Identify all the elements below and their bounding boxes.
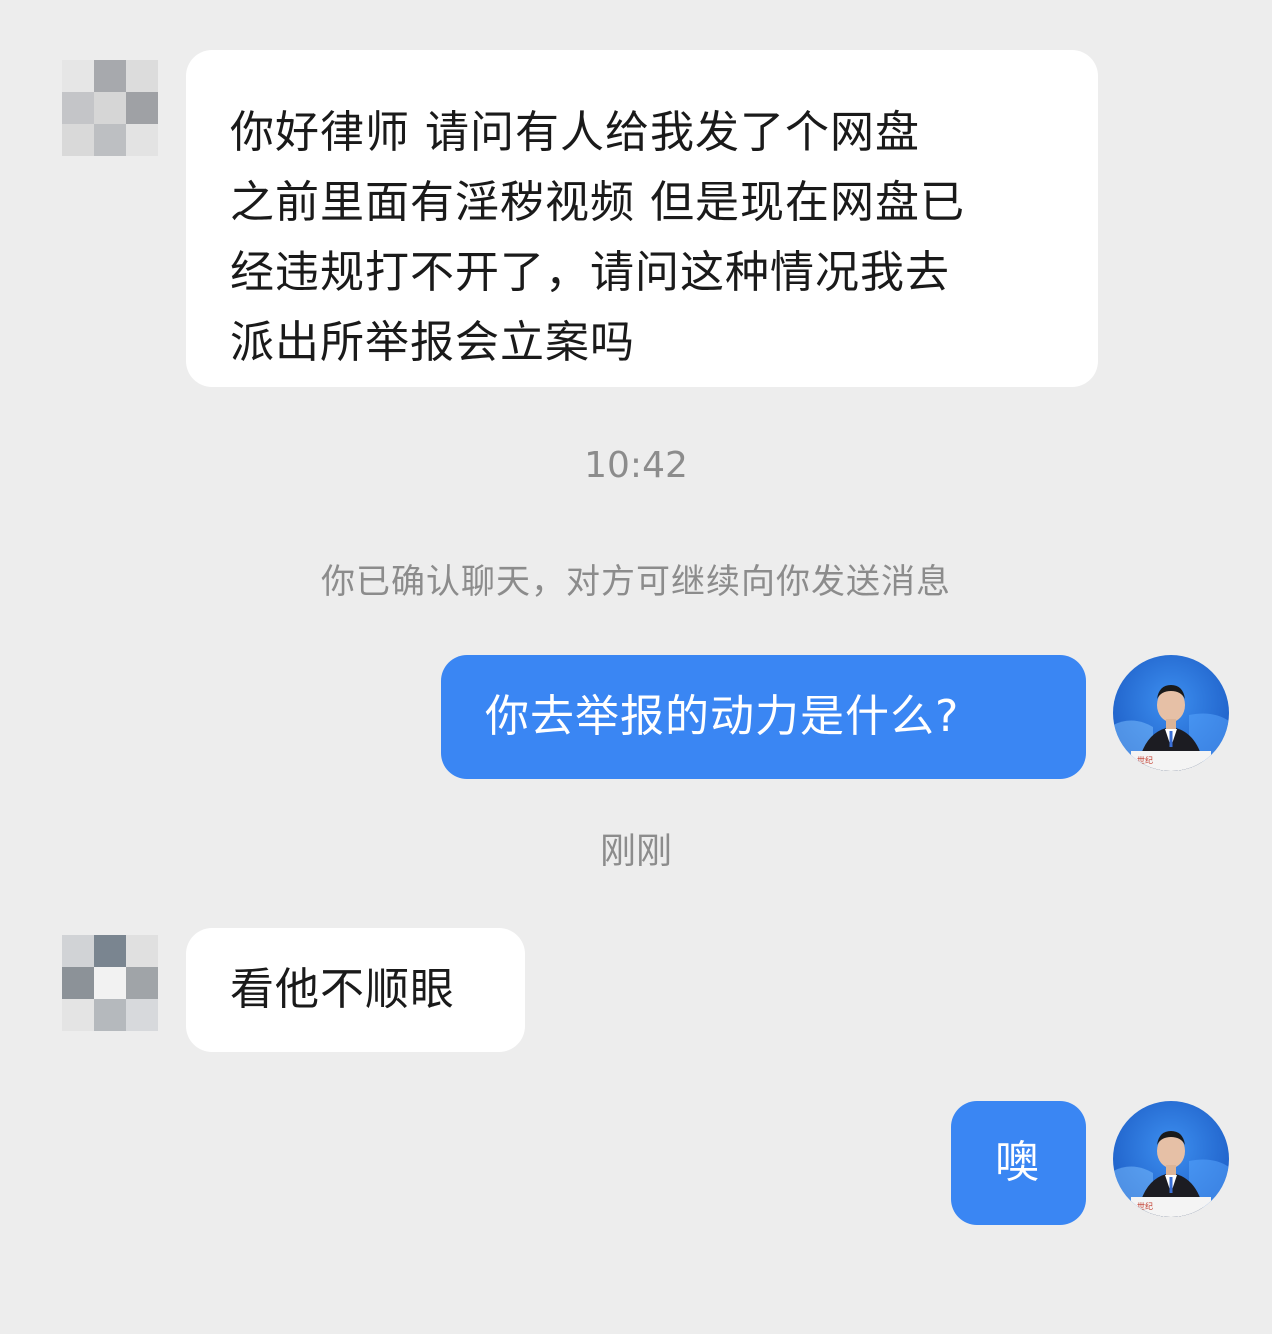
lawyer-photo-icon: 世纪	[1113, 1101, 1229, 1217]
avatar-pixel	[62, 60, 94, 92]
message-text: 你好律师 请问有人给我发了个网盘 之前里面有淫秽视频 但是现在网盘已 经违规打不…	[230, 107, 965, 368]
lawyer-avatar[interactable]: 世纪	[1113, 1101, 1229, 1217]
client-avatar[interactable]	[62, 60, 158, 156]
client-avatar[interactable]	[62, 935, 158, 1031]
avatar-pixel	[62, 124, 94, 156]
message-bubble-incoming[interactable]: 你好律师 请问有人给我发了个网盘 之前里面有淫秽视频 但是现在网盘已 经违规打不…	[186, 50, 1098, 387]
message-text: 噢	[995, 1137, 1040, 1188]
lawyer-avatar[interactable]: 世纪	[1113, 655, 1229, 771]
avatar-pixel	[62, 92, 94, 124]
system-notice: 你已确认聊天，对方可继续向你发送消息	[321, 562, 951, 602]
avatar-pixel	[126, 92, 158, 124]
avatar-pixel	[62, 967, 94, 999]
avatar-pixel	[126, 124, 158, 156]
message-bubble-incoming[interactable]: 看他不顺眼	[186, 928, 525, 1052]
avatar-pixel	[62, 935, 94, 967]
avatar-pixel	[126, 935, 158, 967]
message-text: 你去举报的动力是什么?	[485, 691, 960, 742]
svg-text:世纪: 世纪	[1137, 1201, 1153, 1211]
timestamp: 刚刚	[599, 831, 672, 872]
avatar-pixel	[94, 935, 126, 967]
avatar-pixel	[62, 999, 94, 1031]
svg-text:世纪: 世纪	[1137, 755, 1153, 765]
lawyer-photo-icon: 世纪	[1113, 655, 1229, 771]
message-bubble-outgoing[interactable]: 你去举报的动力是什么?	[441, 655, 1086, 779]
avatar-pixel	[94, 967, 126, 999]
avatar-pixel	[94, 92, 126, 124]
avatar-pixel	[94, 60, 126, 92]
avatar-pixel	[126, 60, 158, 92]
timestamp: 10:42	[584, 445, 688, 486]
message-bubble-outgoing[interactable]: 噢	[951, 1101, 1086, 1225]
avatar-pixel	[126, 999, 158, 1031]
avatar-pixel	[94, 999, 126, 1031]
avatar-pixel	[94, 124, 126, 156]
message-text: 看他不顺眼	[230, 964, 455, 1015]
avatar-pixel	[126, 967, 158, 999]
